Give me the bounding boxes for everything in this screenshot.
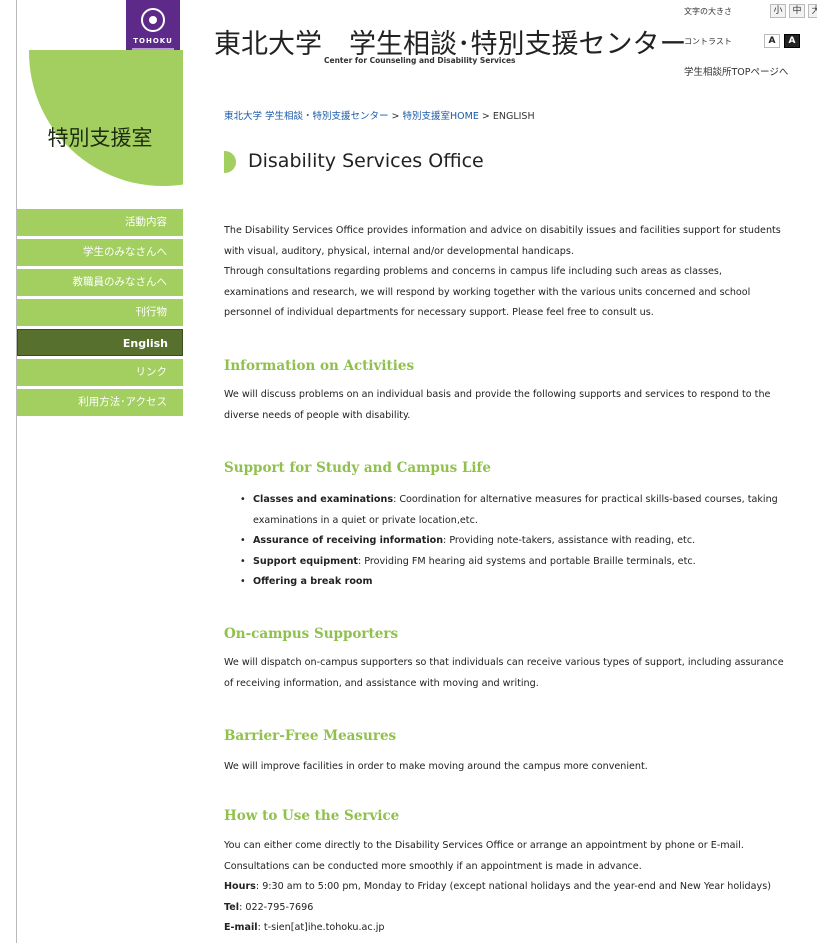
sidebar-section-header: 特別支援室 — [17, 50, 183, 186]
breadcrumb-separator: > — [388, 111, 403, 122]
section-heading: How to Use the Service — [224, 808, 400, 824]
section-line: You can either come directly to the Disa… — [224, 840, 744, 851]
list-item: Assurance of receiving information: Prov… — [240, 531, 817, 552]
section-line: We will discuss problems on an individua… — [224, 389, 771, 400]
section-heading: Information on Activities — [224, 358, 415, 374]
intro-line: personnel of individual departments for … — [224, 307, 654, 318]
support-list: Classes and examinations: Coordination f… — [224, 490, 817, 593]
section-activities-body: We will discuss problems on an individua… — [224, 385, 817, 426]
intro-text: The Disability Services Office provides … — [224, 221, 817, 324]
breadcrumb-current: ENGLISH — [492, 111, 535, 122]
section-heading: Support for Study and Campus Life — [224, 460, 491, 476]
sidebar-item-english[interactable]: English — [17, 329, 183, 356]
list-item: Offering a break room — [240, 572, 817, 593]
breadcrumb-link-center[interactable]: 東北大学 学生相談・特別支援センター — [224, 111, 389, 122]
section-activities: Information on Activities — [224, 358, 817, 374]
intro-line: with visual, auditory, physical, interna… — [224, 245, 574, 257]
heading-marker-icon — [224, 151, 236, 173]
sidebar-item-activities[interactable]: 活動内容 — [17, 209, 183, 236]
breadcrumb-separator: > — [478, 111, 493, 122]
section-heading: Barrier-Free Measures — [224, 728, 397, 744]
sidebar-nav: 活動内容 学生のみなさんへ 教職員のみなさんへ 刊行物 English リンク … — [17, 209, 183, 419]
counseling-top-link[interactable]: 学生相談所TOPページへ — [684, 64, 788, 78]
contrast-label: コントラスト — [684, 37, 732, 46]
section-barrier-body: We will improve facilities in order to m… — [224, 757, 817, 778]
sidebar-item-students[interactable]: 学生のみなさんへ — [17, 239, 183, 266]
emblem-icon — [141, 8, 165, 32]
intro-line: The Disability Services Office provides … — [224, 225, 781, 236]
font-size-large-button[interactable]: 大 — [808, 4, 817, 18]
intro-line: examinations and research, we will respo… — [224, 286, 751, 298]
hours-line: Hours: 9:30 am to 5:00 pm, Monday to Fri… — [224, 881, 771, 892]
section-supporters-body: We will dispatch on-campus supporters so… — [224, 653, 817, 694]
font-size-small-button[interactable]: 小 — [770, 4, 786, 18]
breadcrumb: 東北大学 学生相談・特別支援センター > 特別支援室HOME > ENGLISH — [224, 108, 535, 122]
section-line: diverse needs of people with disability. — [224, 409, 411, 421]
sidebar-item-faculty[interactable]: 教職員のみなさんへ — [17, 269, 183, 296]
section-supporters: On-campus Supporters — [224, 626, 817, 642]
tel-line: Tel: 022-795-7696 — [224, 901, 314, 913]
list-item: Support equipment: Providing FM hearing … — [240, 552, 817, 573]
section-line: of receiving information, and assistance… — [224, 677, 539, 689]
section-howto: How to Use the Service — [224, 808, 817, 824]
font-size-medium-button[interactable]: 中 — [789, 4, 805, 18]
section-line: We will dispatch on-campus supporters so… — [224, 657, 784, 668]
page-title: Disability Services Office — [248, 150, 484, 172]
site-subtitle: Center for Counseling and Disability Ser… — [324, 56, 516, 65]
sidebar-item-links[interactable]: リンク — [17, 359, 183, 386]
contrast-high-button[interactable]: A — [784, 34, 800, 48]
breadcrumb-link-home[interactable]: 特別支援室HOME — [403, 111, 479, 122]
section-barrier: Barrier-Free Measures — [224, 728, 817, 744]
list-item: Classes and examinations: Coordination f… — [240, 490, 817, 531]
sidebar-section-title: 特別支援室 — [47, 126, 153, 150]
section-line: We will improve facilities in order to m… — [224, 761, 648, 772]
email-line: E-mail: t-sien[at]ihe.tohoku.ac.jp — [224, 922, 385, 933]
section-howto-body: You can either come directly to the Disa… — [224, 836, 817, 939]
contrast-normal-button[interactable]: A — [764, 34, 780, 48]
section-support: Support for Study and Campus Life — [224, 460, 817, 476]
sidebar-item-publications[interactable]: 刊行物 — [17, 299, 183, 326]
logo-text: TOHOKU — [133, 37, 173, 45]
sidebar-item-access[interactable]: 利用方法･アクセス — [17, 389, 183, 416]
section-line: Consultations can be conducted more smoo… — [224, 860, 642, 872]
section-heading: On-campus Supporters — [224, 626, 399, 642]
font-size-label: 文字の大きさ — [684, 7, 732, 16]
intro-line: Through consultations regarding problems… — [224, 266, 722, 277]
